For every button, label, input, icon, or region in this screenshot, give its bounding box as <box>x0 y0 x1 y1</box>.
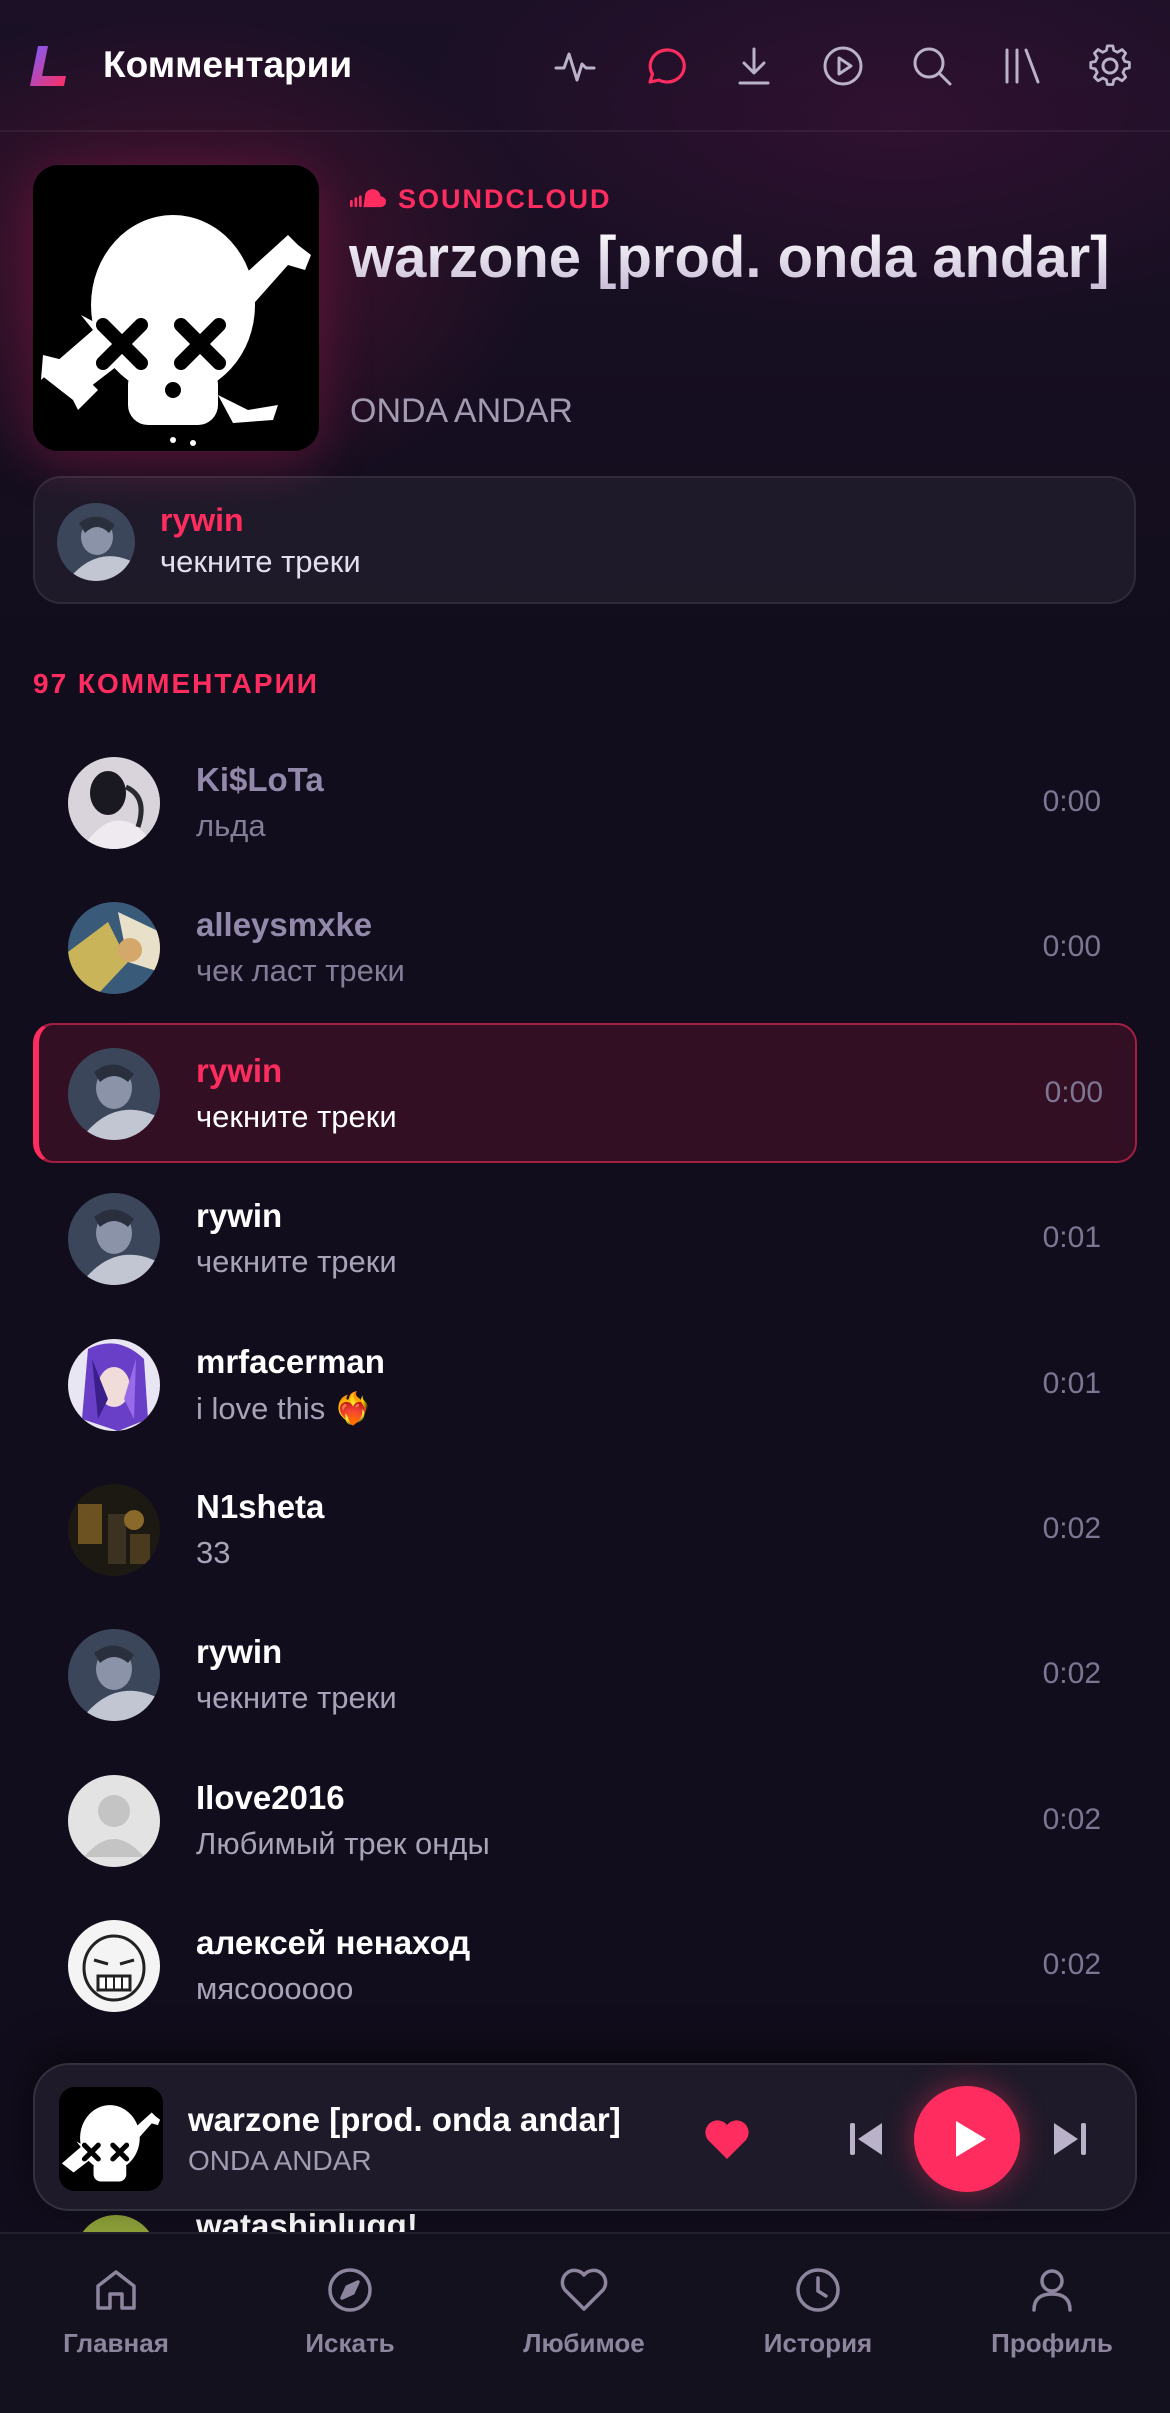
comment-timestamp[interactable]: 0:00 <box>1043 930 1101 964</box>
comment-username[interactable]: N1sheta <box>196 1488 324 1526</box>
comments-list: Ki$LoTa льда 0:00 alleysmxke чек ласт тр… <box>33 730 1137 2039</box>
comment-text: чекните треки <box>196 1680 397 1716</box>
comment-username[interactable]: watashiplugg! <box>196 2207 418 2235</box>
app-logo-icon <box>30 44 80 88</box>
comment-item[interactable]: rywin чекните треки 0:01 <box>33 1166 1137 1311</box>
comments-count-title: 97 КОММЕНТАРИИ <box>33 668 319 699</box>
page-title: Комментарии <box>103 44 353 85</box>
comment-username[interactable]: rywin <box>196 1052 282 1090</box>
play-button[interactable] <box>914 2086 1020 2192</box>
comment-timestamp[interactable]: 0:02 <box>1043 1948 1101 1982</box>
top-bar: Комментарии <box>0 0 1170 132</box>
comment-text: чекните треки <box>196 1099 397 1135</box>
comment-timestamp[interactable]: 0:01 <box>1043 1367 1101 1401</box>
profile-icon <box>1032 2269 1072 2312</box>
comment-username[interactable]: Ki$LoTa <box>196 761 324 799</box>
nav-profile[interactable]: Профиль <box>952 2264 1152 2384</box>
comment-timestamp[interactable]: 0:02 <box>1043 1803 1101 1837</box>
comment-text: 33 <box>196 1534 231 1570</box>
comment-text: i love this ❤️‍🔥 <box>196 1390 373 1426</box>
comment-item[interactable]: N1sheta 33 0:02 <box>33 1457 1137 1602</box>
player-track-title[interactable]: warzone [prod. onda andar] <box>188 2101 621 2139</box>
track-cover <box>33 165 319 451</box>
nav-label: Главная <box>63 2328 169 2358</box>
track-artist[interactable]: ONDA ANDAR <box>350 392 573 431</box>
pinned-text: чекните треки <box>160 544 361 579</box>
comment-timestamp[interactable]: 0:01 <box>1043 1221 1101 1255</box>
comment-item[interactable]: rywin чекните треки 0:02 <box>33 1602 1137 1747</box>
skip-forward-icon <box>1054 2123 1086 2155</box>
skip-back-icon <box>850 2123 882 2155</box>
avatar <box>68 902 160 995</box>
nav-home[interactable]: Главная <box>16 2264 216 2384</box>
soundcloud-icon <box>350 189 386 208</box>
comment-timestamp[interactable]: 0:00 <box>1043 785 1101 819</box>
download-icon[interactable] <box>732 44 776 88</box>
nav-favorites[interactable]: Любимое <box>484 2264 684 2384</box>
settings-icon[interactable] <box>1088 44 1132 88</box>
comment-username[interactable]: rywin <box>196 1197 282 1235</box>
comment-text: Любимый трек онды <box>196 1825 490 1861</box>
avatar <box>68 1629 160 1722</box>
player-track-artist[interactable]: ONDA ANDAR <box>188 2145 372 2177</box>
track-title: warzone [prod. onda andar] <box>349 226 1129 290</box>
clock-icon <box>796 2268 840 2312</box>
activity-icon[interactable] <box>553 44 597 88</box>
mini-player[interactable]: warzone [prod. onda andar] ONDA ANDAR <box>33 2063 1137 2211</box>
avatar <box>68 1048 160 1141</box>
nav-label: Профиль <box>991 2328 1113 2358</box>
avatar <box>68 1483 160 1576</box>
play-circle-icon[interactable] <box>821 44 865 88</box>
avatar <box>68 1193 160 1286</box>
comment-username[interactable]: mrfacerman <box>196 1343 385 1381</box>
next-button[interactable] <box>1050 2119 1090 2159</box>
home-icon <box>96 2270 136 2310</box>
comment-text: льда <box>196 808 266 843</box>
comment-text: чек ласт треки <box>196 953 405 989</box>
compass-icon <box>328 2268 372 2312</box>
avatar <box>68 1774 160 1867</box>
comment-text: мясоооооо <box>196 1971 354 2007</box>
comment-text: чекните треки <box>196 1244 397 1280</box>
comment-username[interactable]: Ilove2016 <box>196 1779 345 1817</box>
avatar <box>57 503 135 581</box>
pinned-username[interactable]: rywin <box>160 502 244 539</box>
previous-button[interactable] <box>846 2119 886 2159</box>
comment-item[interactable]: alleysmxke чек ласт треки 0:00 <box>33 875 1137 1020</box>
avatar <box>68 1338 160 1431</box>
source-label: SOUNDCLOUD <box>398 183 612 214</box>
comment-item[interactable]: алексей ненаход мясоооооо 0:02 <box>33 1893 1137 2038</box>
comment-item[interactable]: Ki$LoTa льда 0:00 <box>33 730 1137 875</box>
comments-icon[interactable] <box>643 44 687 88</box>
nav-search[interactable]: Искать <box>250 2264 450 2384</box>
comment-item[interactable]: Ilove2016 Любимый трек онды 0:02 <box>33 1748 1137 1893</box>
library-icon[interactable] <box>1000 44 1044 88</box>
nav-label: Искать <box>305 2328 395 2358</box>
track-source: SOUNDCLOUD <box>350 184 612 214</box>
heart-icon <box>560 2268 608 2311</box>
play-icon <box>956 2121 986 2157</box>
player-cover <box>59 2087 163 2191</box>
heart-filled-icon <box>705 2120 749 2159</box>
comment-username[interactable]: rywin <box>196 1633 282 1671</box>
nav-label: Любимое <box>523 2328 645 2358</box>
comment-username[interactable]: алексей ненаход <box>196 1924 470 1962</box>
pinned-comment[interactable]: rywin чекните треки <box>33 476 1136 604</box>
avatar <box>68 1920 160 2013</box>
comment-timestamp[interactable]: 0:00 <box>1045 1076 1103 1110</box>
comment-item[interactable]: mrfacerman i love this ❤️‍🔥 0:01 <box>33 1312 1137 1457</box>
nav-label: История <box>763 2328 873 2358</box>
avatar <box>68 757 160 849</box>
search-icon[interactable] <box>910 44 954 88</box>
like-button[interactable] <box>702 2115 752 2165</box>
comment-item-current[interactable]: rywin чекните треки 0:00 <box>33 1023 1137 1164</box>
comment-timestamp[interactable]: 0:02 <box>1043 1657 1101 1691</box>
bottom-navigation: Главная Искать Любимое История Профиль <box>0 2232 1170 2413</box>
comment-username[interactable]: alleysmxke <box>196 906 372 944</box>
comment-timestamp[interactable]: 0:02 <box>1043 1512 1101 1546</box>
nav-history[interactable]: История <box>718 2264 918 2384</box>
